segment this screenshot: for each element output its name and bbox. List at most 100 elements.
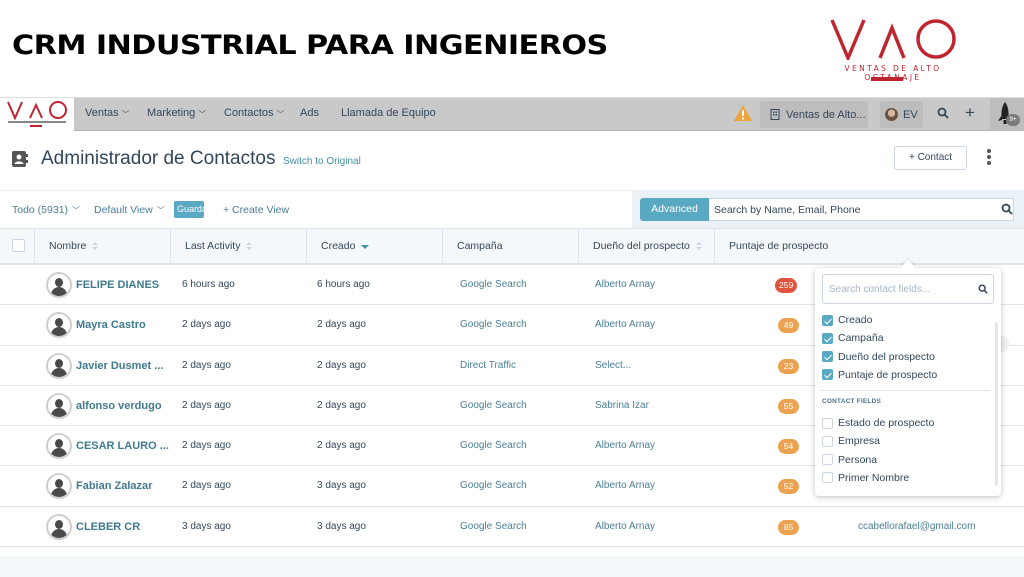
plus-icon[interactable]: +: [965, 103, 975, 123]
lead-score-badge: 49: [778, 318, 799, 334]
contact-name-cell[interactable]: Mayra Castro: [46, 305, 146, 345]
contact-name-cell[interactable]: CESAR LAURO ...: [46, 426, 169, 466]
column-header-puntaje[interactable]: Puntaje de prospecto: [715, 229, 855, 264]
contact-name-cell[interactable]: CLEBER CR: [46, 507, 140, 547]
filter-label: Todo (5931): [12, 204, 69, 216]
owner-link[interactable]: Alberto Arnay: [595, 305, 655, 345]
nav-contactos[interactable]: Contactos ﹀: [224, 107, 285, 119]
checkbox[interactable]: [822, 369, 833, 381]
nav-marketing[interactable]: Marketing ﹀: [147, 107, 206, 119]
nav-logo[interactable]: [0, 98, 74, 131]
more-options-icon[interactable]: [986, 149, 992, 167]
campaign-link[interactable]: Google Search: [460, 507, 527, 547]
contact-name-link[interactable]: FELIPE DIANES: [76, 265, 159, 305]
email-link[interactable]: ccabellorafael@gmail.com: [858, 507, 975, 547]
contact-name-link[interactable]: alfonso verdugo: [76, 386, 162, 426]
nav-llamada-equipo[interactable]: Llamada de Equipo: [341, 107, 436, 119]
sort-icon: [246, 242, 253, 251]
campaign-link[interactable]: Direct Traffic: [460, 346, 516, 386]
checkbox[interactable]: [822, 454, 833, 466]
contact-name-link[interactable]: Javier Dusmet ...: [76, 346, 163, 386]
column-option[interactable]: Primer Nombre: [822, 472, 909, 484]
contact-name-link[interactable]: CESAR LAURO ...: [76, 426, 169, 466]
column-option[interactable]: Dueño del prospecto: [822, 351, 935, 363]
column-option-label: Campaña: [838, 332, 884, 345]
add-contact-button[interactable]: + Contact: [894, 146, 967, 170]
campaign-link[interactable]: Google Search: [460, 466, 527, 506]
top-navbar: Ventas ﹀ Marketing ﹀ Contactos ﹀ Ads Llamad…: [0, 98, 1024, 131]
column-option[interactable]: Creado: [822, 314, 872, 326]
column-option-label: Creado: [838, 314, 873, 326]
contacts-book-icon: [12, 151, 28, 167]
column-option[interactable]: Empresa: [822, 435, 880, 447]
search-icon[interactable]: [1001, 203, 1013, 215]
column-header-nombre[interactable]: Nombre: [35, 229, 171, 264]
save-view-button[interactable]: Guardar: [174, 201, 204, 218]
column-option-label: Primer Nombre: [838, 471, 910, 484]
checkbox[interactable]: [822, 435, 833, 447]
campaign-link[interactable]: Google Search: [460, 386, 527, 426]
column-option[interactable]: Persona: [822, 454, 877, 466]
owner-link[interactable]: Alberto Arnay: [595, 265, 655, 305]
campaign-link[interactable]: Google Search: [460, 305, 527, 345]
user-menu[interactable]: EV: [880, 101, 923, 128]
create-view-link[interactable]: + Create View: [223, 204, 289, 216]
brand-logo: VENTAS DE ALTO OCTANAJE: [818, 18, 968, 88]
checkbox[interactable]: [822, 351, 833, 363]
column-picker-popover: Creado Campaña Dueño del prospecto Puntaje …: [815, 268, 1001, 496]
campaign-link[interactable]: Google Search: [460, 265, 527, 305]
contact-fields-search-input[interactable]: [822, 274, 994, 304]
checkbox[interactable]: [822, 332, 833, 344]
nav-ads-label: Ads: [300, 107, 319, 119]
contact-name-cell[interactable]: Javier Dusmet ...: [46, 346, 163, 386]
account-switcher[interactable]: Ventas de Alto...: [760, 101, 868, 128]
user-initials: EV: [903, 108, 918, 121]
column-option[interactable]: Campaña: [822, 332, 884, 344]
create-view-label: + Create View: [223, 204, 290, 216]
column-header-creado[interactable]: Creado: [307, 229, 443, 264]
avatar: [46, 473, 72, 500]
contact-fields-section-title: CONTACT FIELDS: [822, 398, 882, 405]
created-cell: 2 days ago: [317, 319, 366, 331]
column-header-campana[interactable]: Campaña: [443, 229, 579, 264]
contact-search-input[interactable]: [709, 198, 1014, 221]
owner-link[interactable]: Alberto Arnay: [595, 426, 655, 466]
column-header-dueno[interactable]: Dueño del prospecto: [579, 229, 715, 264]
contact-name-cell[interactable]: alfonso verdugo: [46, 386, 162, 426]
lead-score-badge: 259: [775, 278, 798, 293]
view-dropdown[interactable]: Default View ﹀: [94, 204, 165, 216]
search-icon[interactable]: [937, 107, 949, 119]
nav-llamada-label: Llamada de Equipo: [341, 107, 436, 119]
contact-name-cell[interactable]: FELIPE DIANES: [46, 265, 159, 305]
owner-link[interactable]: Select...: [595, 346, 631, 386]
view-label: Default View: [94, 204, 153, 216]
vao-logo-icon: [830, 19, 956, 60]
campaign-link[interactable]: Google Search: [460, 426, 527, 466]
contact-name-link[interactable]: Mayra Castro: [76, 305, 146, 345]
select-all-checkbox[interactable]: [12, 239, 25, 252]
notification-count-badge: 9+: [1006, 114, 1020, 126]
account-label: Ventas de Alto...: [786, 108, 866, 121]
column-option[interactable]: Estado de prospecto: [822, 417, 934, 429]
contact-name-link[interactable]: Fabian Zalazar: [76, 466, 152, 506]
column-option[interactable]: Puntaje de prospecto: [822, 369, 937, 381]
checkbox[interactable]: [822, 417, 833, 429]
owner-link[interactable]: Alberto Arnay: [595, 507, 655, 547]
checkbox[interactable]: [822, 472, 833, 484]
contact-name-link[interactable]: CLEBER CR: [76, 507, 140, 547]
contact-name-cell[interactable]: Fabian Zalazar: [46, 466, 152, 506]
filter-dropdown[interactable]: Todo (5931) ﹀: [12, 204, 80, 216]
owner-link[interactable]: Alberto Arnay: [595, 466, 655, 506]
warning-icon[interactable]: [733, 104, 753, 122]
column-header-last-activity[interactable]: Last Activity: [171, 229, 307, 264]
owner-link[interactable]: Sabrina Izar: [595, 386, 649, 426]
chevron-down-icon: ﹀: [156, 205, 165, 215]
switch-to-original-link[interactable]: Switch to Original: [283, 156, 361, 167]
popover-scrollbar[interactable]: [995, 322, 998, 486]
notifications-button[interactable]: 9+: [990, 98, 1024, 131]
advanced-search-button[interactable]: Advanced: [640, 198, 709, 221]
nav-ads[interactable]: Ads: [300, 107, 319, 119]
table-row[interactable]: CLEBER CR 3 days ago 3 days ago Google Sear…: [0, 506, 1024, 548]
checkbox[interactable]: [822, 314, 833, 326]
nav-ventas[interactable]: Ventas ﹀: [85, 107, 130, 119]
